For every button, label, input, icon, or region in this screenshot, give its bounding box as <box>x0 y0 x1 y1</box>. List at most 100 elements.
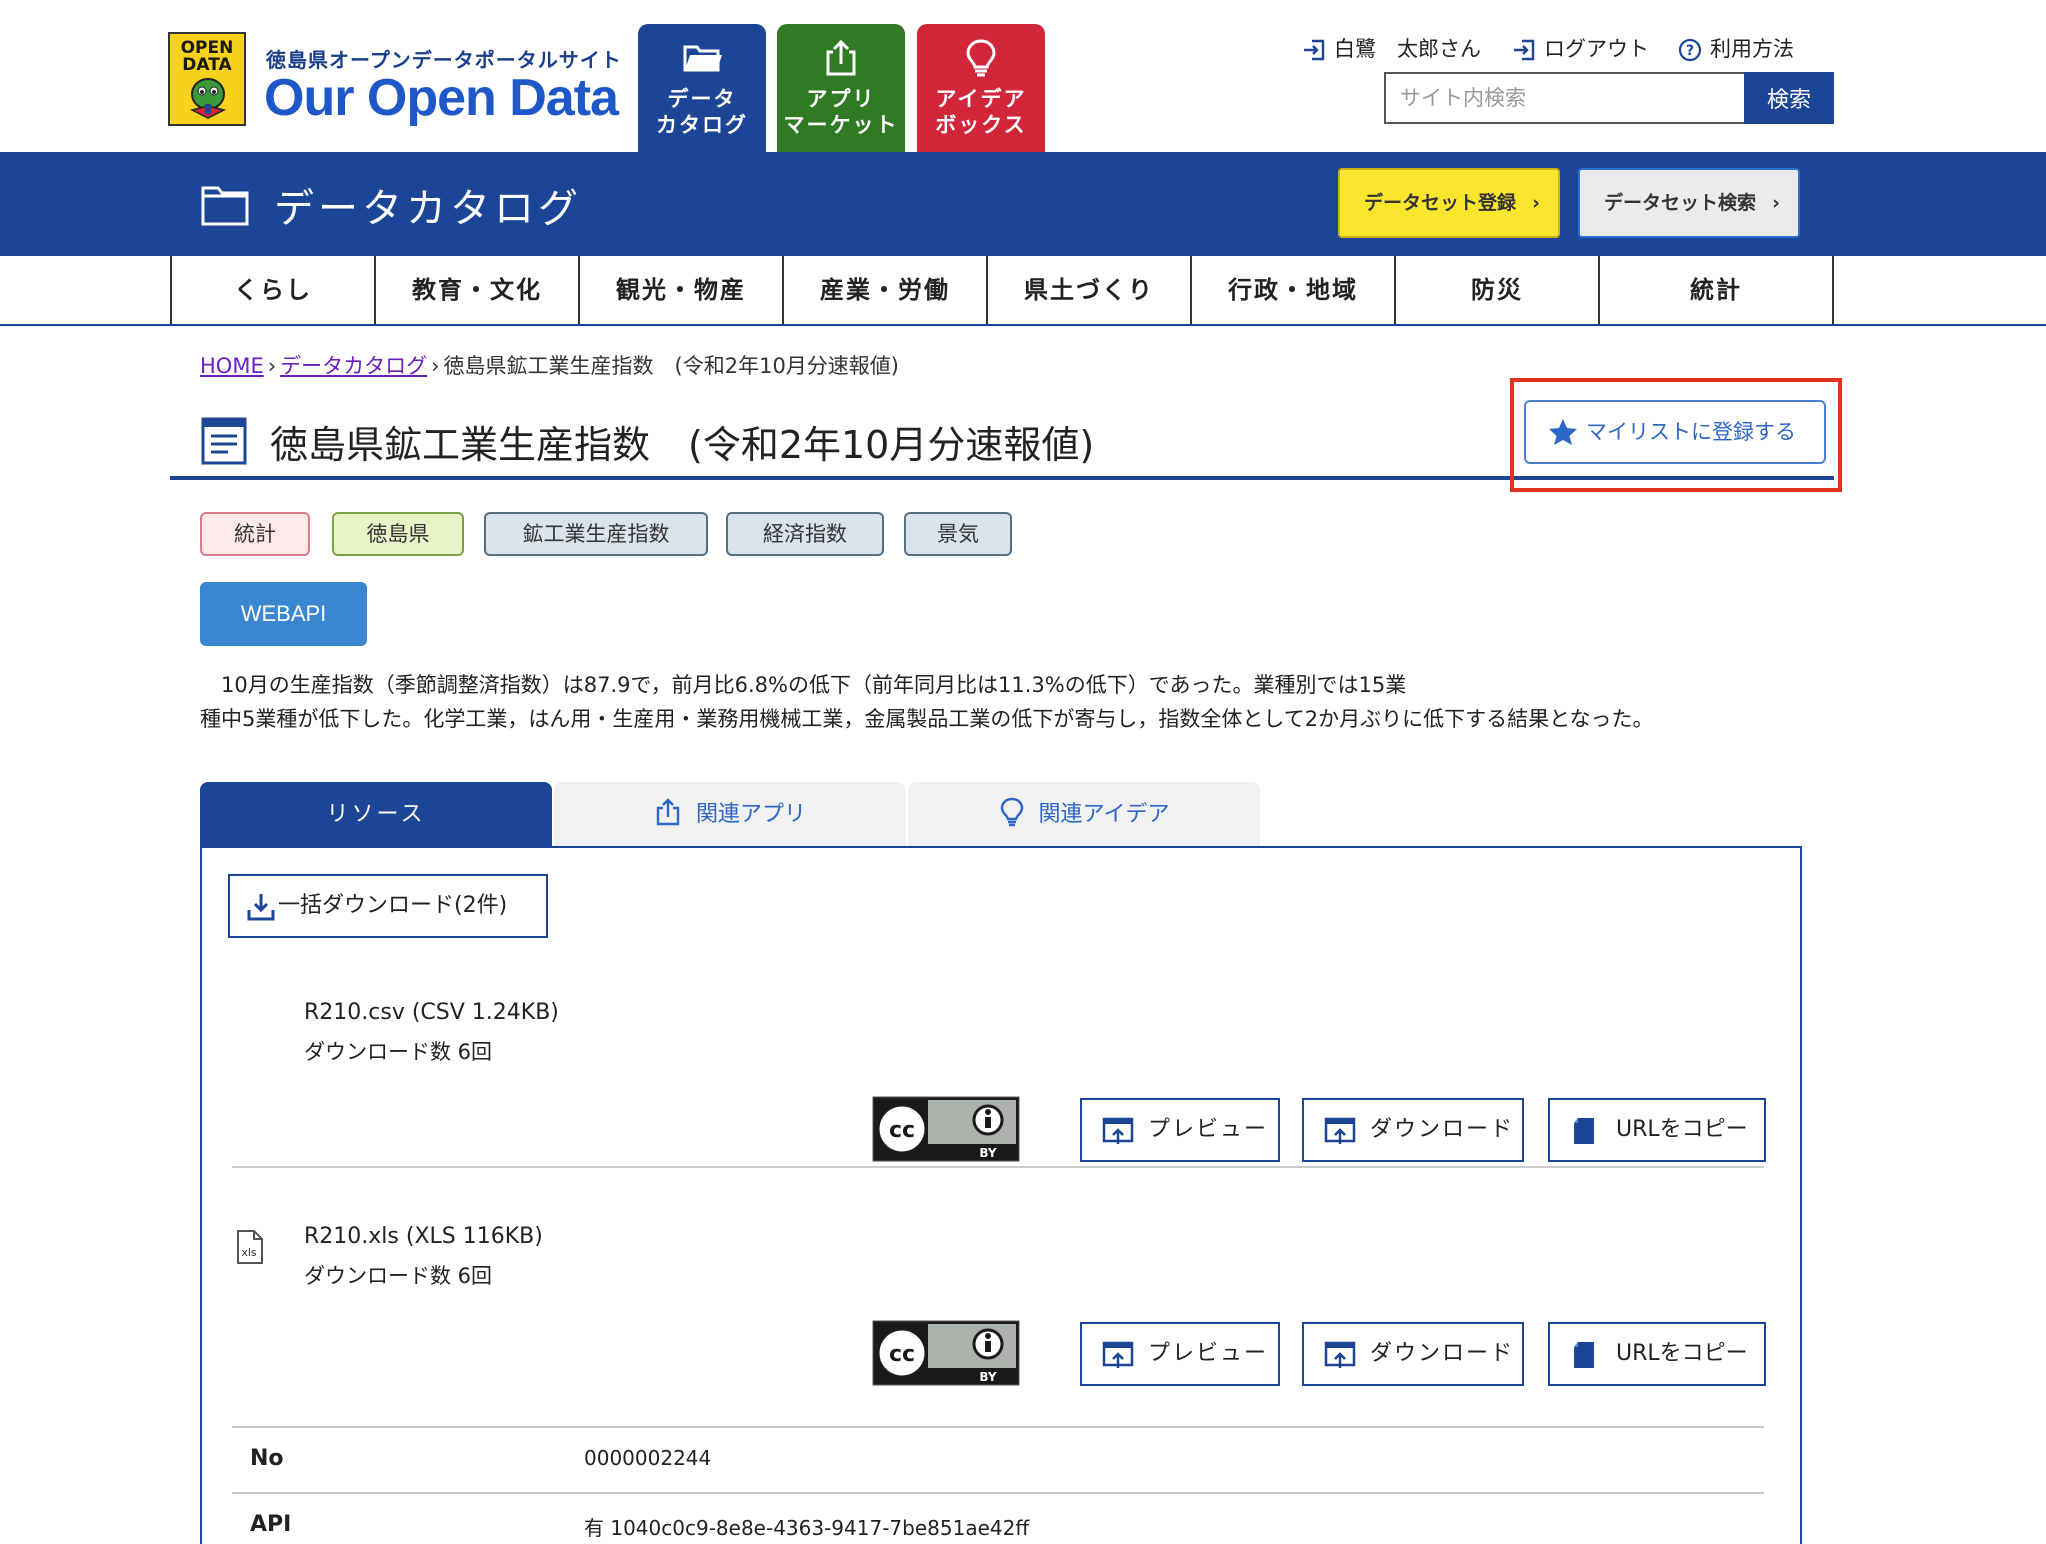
copy-url-label: URLをコピー <box>1616 1341 1748 1366</box>
cc-by-icon: cc BY <box>872 1320 1020 1386</box>
category-land[interactable]: 県土づくり <box>986 256 1190 324</box>
document-copy-icon <box>1574 1118 1594 1144</box>
breadcrumb-home[interactable]: HOME <box>200 354 264 378</box>
folder-outline-icon <box>201 186 249 226</box>
dataset-search-button[interactable]: データセット検索 › <box>1578 168 1800 238</box>
category-kurashi[interactable]: くらし <box>170 256 374 324</box>
badge-text-data: DATA <box>182 55 232 75</box>
tag-business-conditions[interactable]: 景気 <box>904 512 1012 556</box>
breadcrumb-current: 徳島県鉱工業生産指数 (令和2年10月分速報値) <box>443 354 899 378</box>
copy-url-button[interactable]: URLをコピー <box>1548 1322 1766 1386</box>
preview-icon <box>1102 1117 1134 1144</box>
tab-resources-label: リソース <box>326 802 426 827</box>
breadcrumb-catalog[interactable]: データカタログ <box>280 354 427 378</box>
document-icon <box>201 417 247 465</box>
folder-icon <box>683 45 722 72</box>
site-header: OPEN DATA 徳島県オープンデータポータルサイト Our Open Dat… <box>0 0 2046 152</box>
svg-text:cc: cc <box>889 1342 915 1367</box>
chevron-right-icon: › <box>1772 192 1780 214</box>
category-disaster[interactable]: 防災 <box>1394 256 1598 324</box>
resources-panel: 一括ダウンロード(2件) R210.csv (CSV 1.24KB) ダウンロー… <box>200 846 1802 1544</box>
open-data-badge: OPEN DATA <box>168 32 246 126</box>
svg-text:?: ? <box>1686 43 1694 59</box>
breadcrumb-separator: › <box>267 354 277 378</box>
preview-button[interactable]: プレビュー <box>1080 1098 1280 1162</box>
dataset-register-label: データセット登録 <box>1364 192 1517 214</box>
tab-resources[interactable]: リソース <box>200 782 552 848</box>
download-icon <box>247 894 275 921</box>
help-link[interactable]: ? 利用方法 <box>1678 34 1818 64</box>
svg-text:BY: BY <box>979 1370 996 1384</box>
tab-related-ideas-label: 関連アイデア <box>1038 802 1170 827</box>
search-button[interactable]: 検索 <box>1744 72 1834 124</box>
tab-related-apps[interactable]: 関連アプリ <box>554 782 906 848</box>
tab-related-ideas[interactable]: 関連アイデア <box>908 782 1260 848</box>
resource-item: xls R210.xls (XLS 116KB) ダウンロード数 6回 cc B… <box>232 1224 1766 1424</box>
category-tourism[interactable]: 観光・物産 <box>578 256 782 324</box>
download-button[interactable]: ダウンロード <box>1302 1322 1524 1386</box>
category-administration[interactable]: 行政・地域 <box>1190 256 1394 324</box>
preview-button[interactable]: プレビュー <box>1080 1322 1280 1386</box>
cc-by-icon: cc BY <box>872 1096 1020 1162</box>
xls-file-label: xls <box>241 1246 257 1259</box>
tag-statistics[interactable]: 統計 <box>200 512 310 556</box>
category-nav: くらし 教育・文化 観光・物産 産業・労働 県土づくり 行政・地域 防災 統計 <box>170 256 1834 326</box>
logout-icon <box>1514 39 1535 61</box>
preview-icon <box>1102 1341 1134 1368</box>
search-input[interactable] <box>1384 72 1744 124</box>
meta-value: 0000002244 <box>584 1446 712 1470</box>
tag-economic-index[interactable]: 経済指数 <box>726 512 884 556</box>
meta-key: API <box>250 1512 292 1537</box>
mascot-icon <box>189 78 227 119</box>
site-logo[interactable]: OPEN DATA 徳島県オープンデータポータルサイト Our Open Dat… <box>168 32 621 132</box>
category-statistics[interactable]: 統計 <box>1598 256 1834 324</box>
breadcrumb: HOME › データカタログ › 徳島県鉱工業生産指数 (令和2年10月分速報値) <box>200 350 899 380</box>
dataset-register-button[interactable]: データセット登録 › <box>1338 168 1560 238</box>
download-button[interactable]: ダウンロード <box>1302 1098 1524 1162</box>
download-icon <box>1324 1117 1356 1144</box>
star-icon <box>1549 419 1577 445</box>
dataset-description: 10月の生産指数（季節調整済指数）は87.9で，前月比6.8%の低下（前年同月比… <box>200 673 1654 731</box>
main-tab-data-catalog[interactable]: データ カタログ <box>638 24 766 152</box>
meta-value: 有 1040c0c9-8e8e-4363-9417-7be851ae42ff <box>584 1516 1030 1540</box>
copy-url-label: URLをコピー <box>1616 1117 1748 1142</box>
download-label: ダウンロード <box>1370 1341 1515 1366</box>
download-label: ダウンロード <box>1370 1117 1515 1142</box>
copy-url-button[interactable]: URLをコピー <box>1548 1098 1766 1162</box>
download-icon <box>1324 1341 1356 1368</box>
chevron-right-icon: › <box>1532 192 1540 214</box>
lightbulb-icon <box>966 39 996 77</box>
category-education[interactable]: 教育・文化 <box>374 256 578 324</box>
meta-row-no: No 0000002244 <box>232 1426 1764 1490</box>
logout-link[interactable]: ログアウト <box>1512 34 1662 64</box>
main-tab-idea-box[interactable]: アイデア ボックス <box>917 24 1045 152</box>
breadcrumb-separator: › <box>431 354 440 378</box>
category-industry[interactable]: 産業・労働 <box>782 256 986 324</box>
bulk-download-button[interactable]: 一括ダウンロード(2件) <box>228 874 548 938</box>
xls-file-icon: xls <box>237 1230 263 1264</box>
add-to-mylist-button[interactable]: マイリストに登録する <box>1524 400 1826 464</box>
tab-related-apps-label: 関連アプリ <box>695 802 806 827</box>
preview-label: プレビュー <box>1148 1341 1269 1366</box>
bulk-download-label: 一括ダウンロード(2件) <box>278 893 508 918</box>
resource-name[interactable]: R210.xls (XLS 116KB) <box>304 1224 543 1249</box>
document-copy-icon <box>1574 1342 1594 1368</box>
resource-name[interactable]: R210.csv (CSV 1.24KB) <box>304 1000 559 1025</box>
section-title: データカタログ <box>274 186 582 232</box>
share-icon <box>826 39 856 76</box>
dataset-search-label: データセット検索 <box>1604 192 1757 214</box>
tag-tokushima[interactable]: 徳島県 <box>332 512 464 556</box>
main-tab-label: データ カタログ <box>656 87 748 137</box>
webapi-badge[interactable]: WEBAPI <box>200 582 367 646</box>
main-tab-label: アイデア ボックス <box>935 87 1027 137</box>
site-title: Our Open Data <box>264 69 619 127</box>
login-icon <box>1304 39 1325 61</box>
meta-row-api: API 有 1040c0c9-8e8e-4363-9417-7be851ae42… <box>232 1492 1764 1544</box>
main-tab-app-market[interactable]: アプリ マーケット <box>777 24 905 152</box>
tag-mining-index[interactable]: 鉱工業生産指数 <box>484 512 708 556</box>
add-to-mylist-label: マイリストに登録する <box>1586 420 1796 444</box>
help-label: 利用方法 <box>1710 37 1794 61</box>
share-icon <box>656 798 680 826</box>
help-icon: ? <box>1678 38 1702 62</box>
user-profile-link[interactable]: 白鷺 太郎さん <box>1302 34 1481 64</box>
